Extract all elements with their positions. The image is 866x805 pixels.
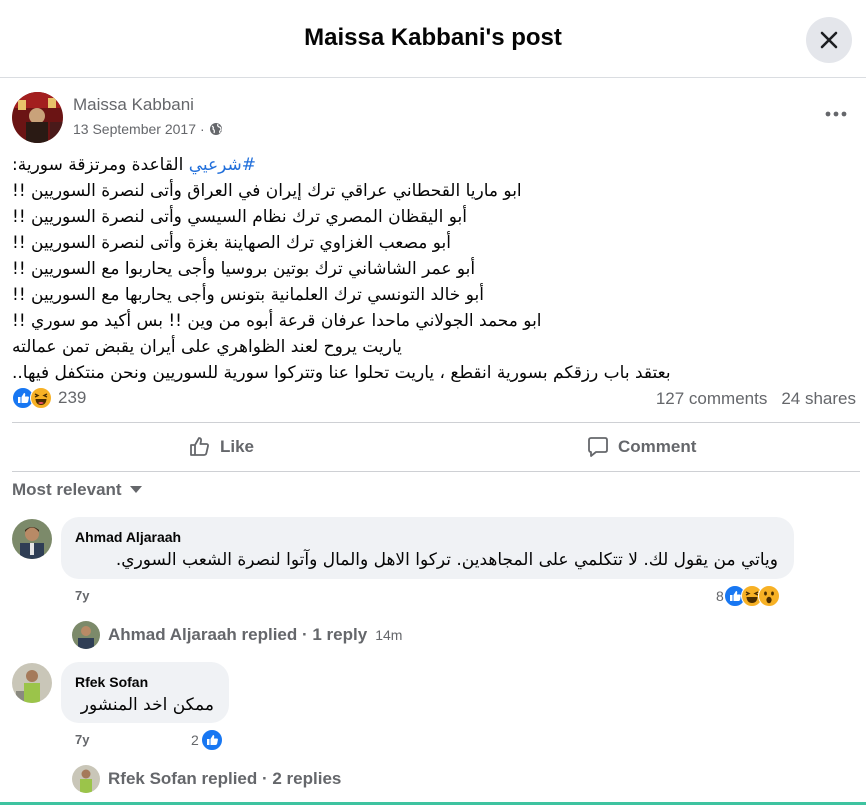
close-icon bbox=[820, 31, 838, 49]
post-body: #شرعيي القاعدة ومرتزقة سورية: ابو ماريا … bbox=[12, 152, 860, 386]
post-date-row: 13 September 2017 · bbox=[73, 121, 223, 137]
wow-reaction-icon bbox=[757, 585, 780, 607]
reaction-summary[interactable]: 239 bbox=[12, 387, 86, 409]
like-reaction-icon bbox=[200, 729, 223, 751]
comment-button[interactable]: Comment bbox=[586, 433, 696, 461]
thumbs-up-icon bbox=[190, 437, 209, 456]
author-name[interactable]: Maissa Kabbani bbox=[73, 95, 194, 115]
like-button[interactable]: Like bbox=[188, 433, 254, 461]
commenter-name[interactable]: Rfek Sofan bbox=[75, 674, 148, 690]
comment-time[interactable]: 7y bbox=[75, 588, 89, 603]
hashtag-link[interactable]: #شرعيي bbox=[189, 155, 256, 175]
more-options-button[interactable] bbox=[818, 100, 854, 128]
reply-time: 14m bbox=[375, 627, 403, 643]
post-line: أبو اليقظان المصري ترك نظام السيسي وأتى … bbox=[12, 207, 467, 227]
divider bbox=[12, 471, 860, 472]
post-line: أبو عمر الشاشاني ترك بوتين بروسيا وأجى ي… bbox=[12, 259, 476, 279]
sort-label: Most relevant bbox=[12, 480, 122, 499]
view-replies-button[interactable]: Rfek Sofan replied · 2 replies bbox=[72, 765, 341, 793]
post-line: بعتقد باب رزقكم بسورية انقطع ، ياريت تحل… bbox=[12, 363, 671, 383]
commenter-avatar[interactable] bbox=[12, 519, 52, 559]
post-date[interactable]: 13 September 2017 bbox=[73, 121, 196, 137]
dialog-title: Maissa Kabbani's post bbox=[304, 24, 562, 51]
comment-text: وياتي من يقول لك. لا تتكلمي على المجاهدي… bbox=[115, 550, 778, 570]
post-line: ابو محمد الجولاني ماحدا عرفان قرعة أبوه … bbox=[12, 311, 542, 331]
shares-count[interactable]: 24 shares bbox=[781, 389, 856, 409]
comments-count[interactable]: 127 comments bbox=[656, 389, 768, 409]
post-line: ياريت يروح لعند الظواهري على أيران يقبض … bbox=[12, 337, 402, 357]
close-button[interactable] bbox=[806, 17, 852, 63]
comment-label: Comment bbox=[618, 437, 697, 456]
post-line: #شرعيي القاعدة ومرتزقة سورية: bbox=[12, 155, 257, 175]
reply-summary: Ahmad Aljaraah replied · 1 reply bbox=[108, 625, 368, 644]
divider bbox=[12, 422, 860, 423]
dialog-header: Maissa Kabbani's post bbox=[0, 0, 866, 78]
date-separator: · bbox=[199, 121, 205, 137]
post-stats: 127 comments 24 shares bbox=[656, 389, 856, 409]
post-line: ابو ماريا القحطاني عراقي ترك إيران في ال… bbox=[12, 181, 522, 201]
like-label: Like bbox=[220, 437, 255, 456]
post-line: أبو خالد التونسي ترك العلمانية بتونس وأج… bbox=[12, 285, 484, 305]
comment-reactions[interactable]: 2 bbox=[191, 729, 223, 751]
reply-summary: Rfek Sofan replied · 2 replies bbox=[108, 769, 342, 788]
comment-bubble-icon bbox=[588, 437, 608, 457]
commenter-name[interactable]: Ahmad Aljaraah bbox=[75, 529, 181, 545]
comment-sort-dropdown[interactable]: Most relevant bbox=[12, 480, 142, 500]
comment-text: ممكن اخد المنشور bbox=[80, 695, 214, 715]
reply-avatar bbox=[72, 765, 100, 793]
author-avatar[interactable] bbox=[12, 92, 63, 143]
haha-reaction-icon bbox=[30, 387, 52, 409]
comment-reactions[interactable]: 8 bbox=[716, 585, 780, 607]
commenter-avatar[interactable] bbox=[12, 663, 52, 703]
more-icon bbox=[825, 111, 847, 117]
post-line: أبو مصعب الغزاوي ترك الصهاينة بغزة وأتى … bbox=[12, 233, 451, 253]
reply-avatar bbox=[72, 621, 100, 649]
globe-icon bbox=[209, 123, 222, 135]
view-replies-button[interactable]: Ahmad Aljaraah replied · 1 reply 14m bbox=[72, 621, 402, 649]
comment-reaction-count: 2 bbox=[191, 732, 199, 748]
comment-reaction-count: 8 bbox=[716, 588, 724, 604]
comment-time[interactable]: 7y bbox=[75, 732, 89, 747]
reaction-count[interactable]: 239 bbox=[58, 388, 86, 408]
caret-down-icon bbox=[129, 486, 142, 493]
